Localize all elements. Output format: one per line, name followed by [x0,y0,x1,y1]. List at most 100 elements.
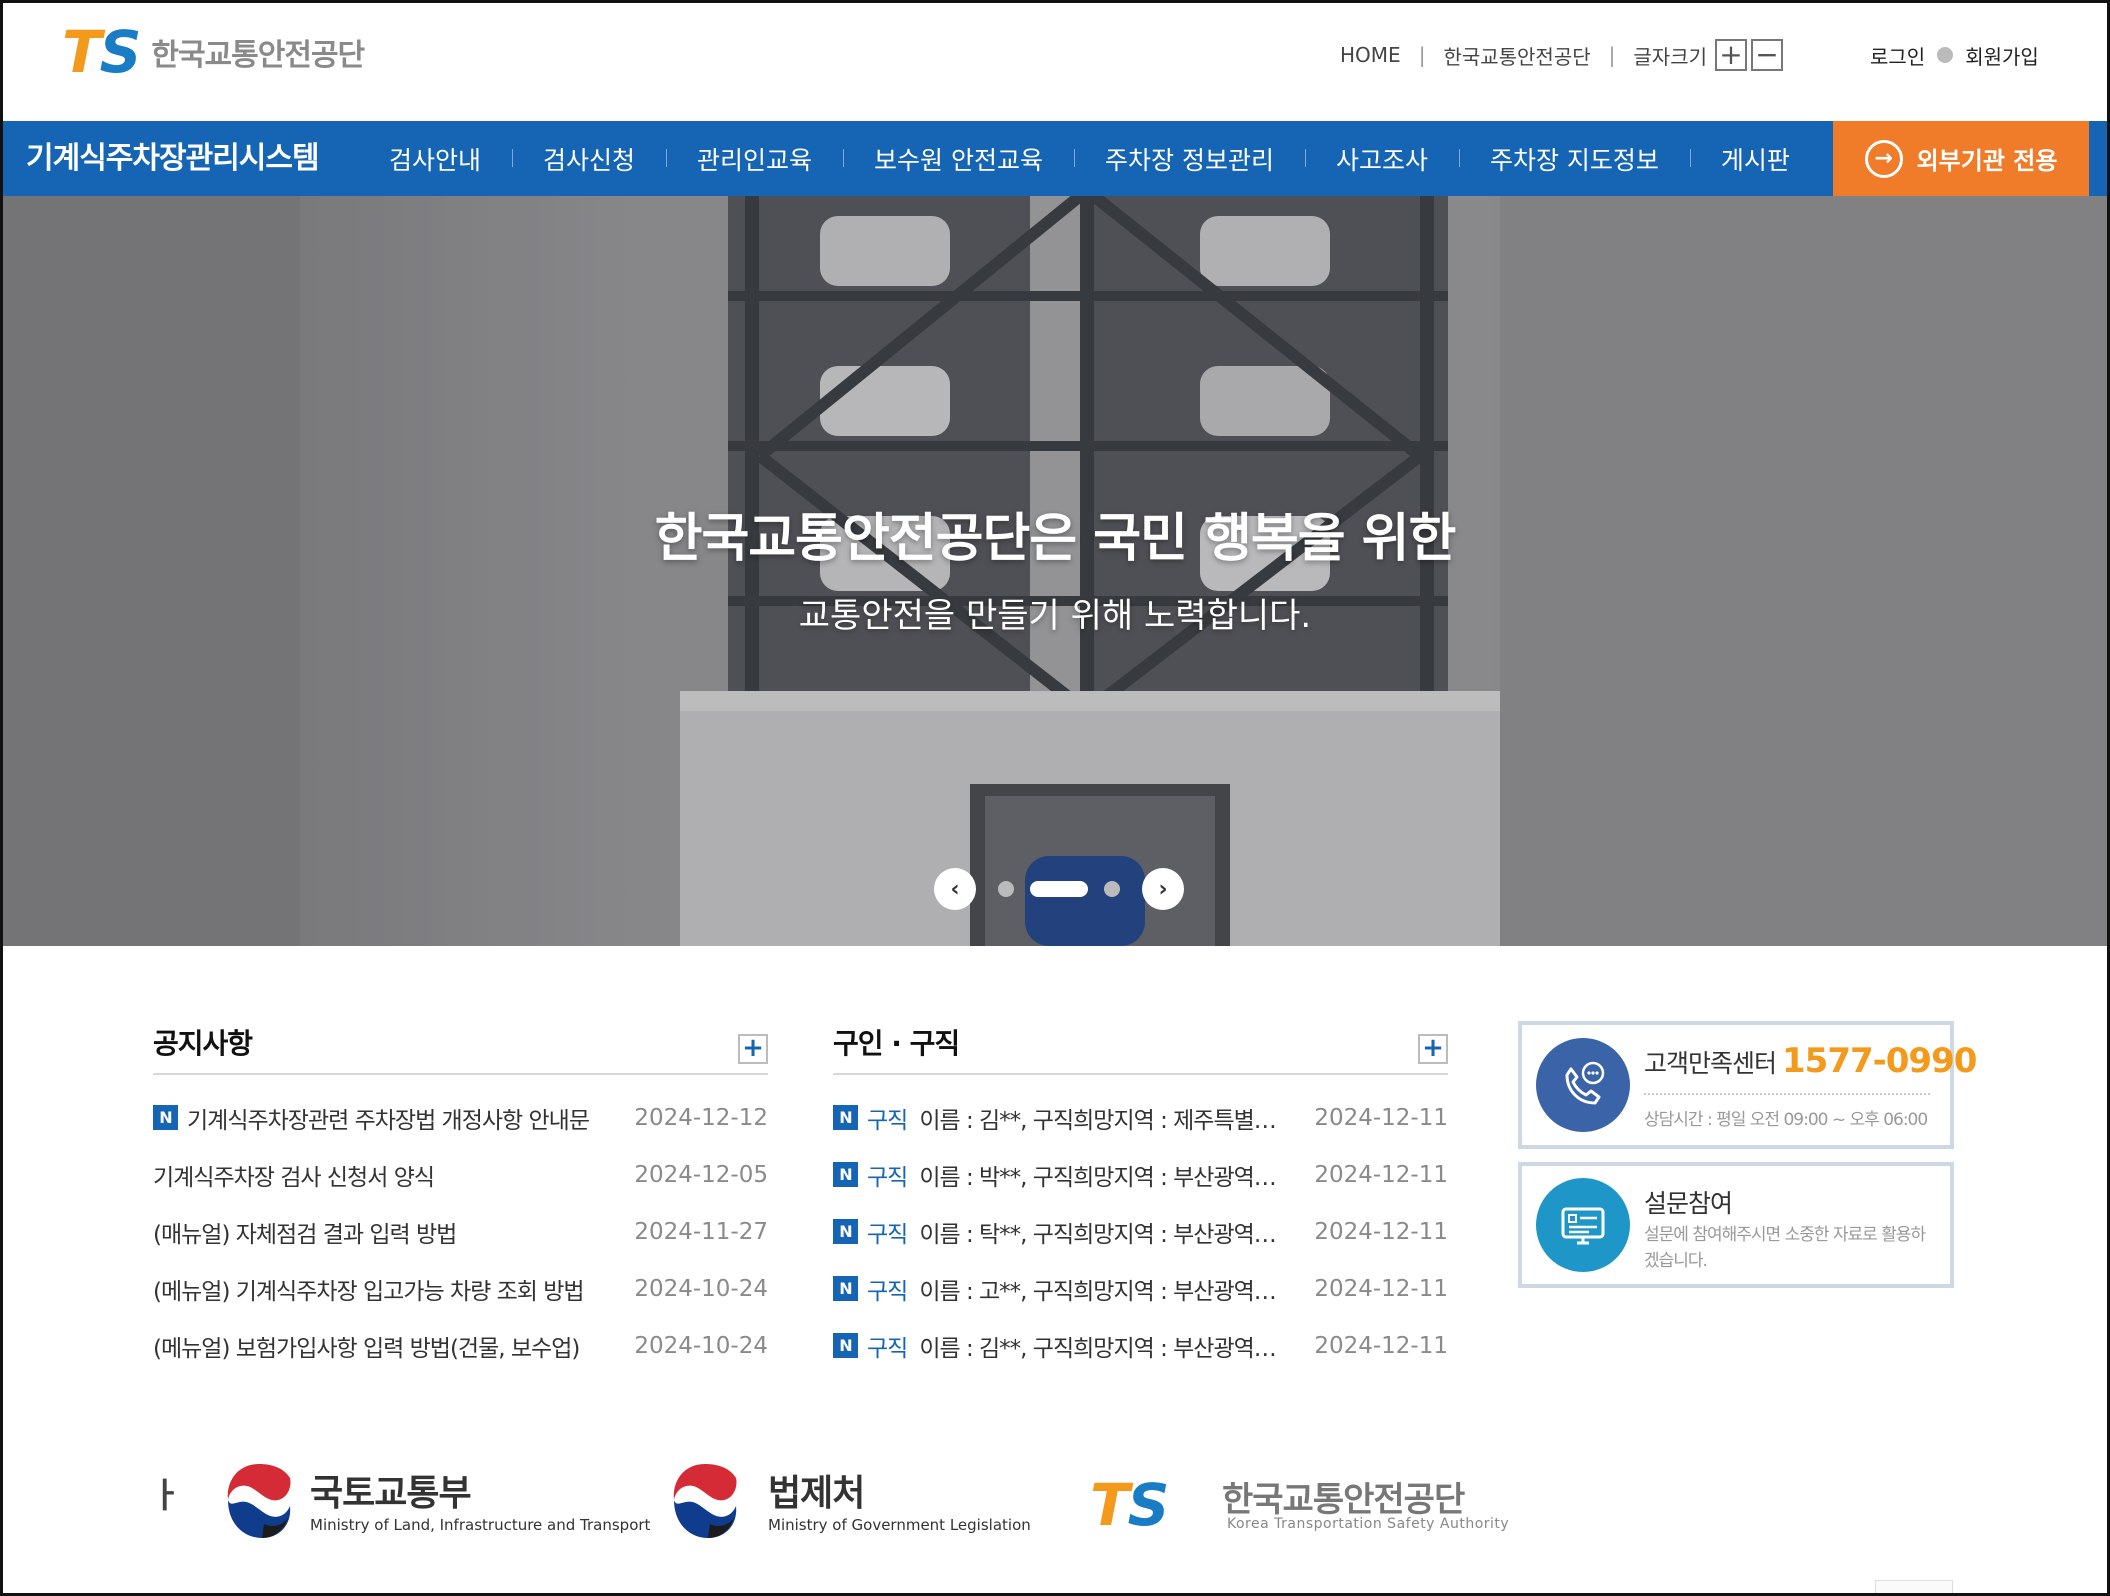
nav-item-accident-investigation[interactable]: 사고조사 [1304,141,1459,177]
hero-subtitle: 교통안전을 만들기 위해 노력합니다. [798,596,1312,636]
jobs-text[interactable]: 이름 : 고**, 구직희망지역 : 부산광역시 전체 … [919,1272,1314,1306]
customer-center-label: 고객만족센터 [1644,1049,1777,1078]
new-badge: N [833,1276,858,1301]
notice-text[interactable]: (메뉴얼) 기계식주차장 입고가능 차량 조회 방법 [153,1272,634,1306]
jobs-list: N 구직 이름 : 김**, 구직희망지역 : 제주특별자치도 … 2024-1… [833,1089,1448,1374]
notice-text[interactable]: (메뉴얼) 보험가입사항 입력 방법(건물, 보수업) [153,1329,634,1363]
nav-item-repair-safety-education[interactable]: 보수원 안전교육 [843,141,1074,177]
logo-letter-t: T [1090,1471,1130,1539]
job-tag: 구직 [867,1335,908,1362]
jobs-row[interactable]: N 구직 이름 : 고**, 구직희망지역 : 부산광역시 전체 … 2024-… [833,1260,1448,1317]
customer-center-box[interactable]: 고객만족센터 1577-0990 상담시간 : 평일 오전 09:00 ~ 오후 … [1518,1021,1977,1149]
molit-name: 국토교통부 [310,1473,472,1514]
org-link[interactable]: 한국교통안전공단 [1443,41,1590,70]
jobs-text[interactable]: 이름 : 김**, 구직희망지역 : 제주특별자치도 … [919,1101,1314,1135]
slider-controls: ‹ › [934,868,1184,910]
jobs-row[interactable]: N 구직 이름 : 김**, 구직희망지역 : 제주특별자치도 … 2024-1… [833,1089,1448,1146]
job-tag: 구직 [867,1221,908,1248]
arrow-right-circle-icon: → [1864,139,1903,178]
notice-list: N 기계식주차장관련 주차장법 개정사항 안내문 2024-12-12 기계식주… [153,1089,768,1374]
logo-letter-t: T [62,18,102,86]
external-agency-button[interactable]: → 외부기관 전용 [1833,121,2089,196]
nav-menu: 검사안내 검사신청 관리인교육 보수원 안전교육 주차장 정보관리 사고조사 주… [358,121,1821,196]
jobs-row[interactable]: N 구직 이름 : 박**, 구직희망지역 : 부산광역시 북구 … 2024-… [833,1146,1448,1203]
notice-row[interactable]: (매뉴얼) 자체점검 결과 입력 방법 2024-11-27 [153,1203,768,1260]
top-bar: TS 한국교통안전공단 HOME | 한국교통안전공단 | 글자크기 + − 로… [0,0,2110,121]
phone-chat-icon [1536,1038,1630,1132]
nav-item-parking-info[interactable]: 주차장 정보관리 [1074,141,1305,177]
font-decrease-button[interactable]: − [1751,39,1783,71]
slide-dot-3[interactable] [1104,881,1120,897]
notice-date: 2024-12-12 [634,1104,768,1131]
nav-item-board[interactable]: 게시판 [1689,141,1821,177]
scroll-top-tab[interactable] [1875,1580,1953,1596]
jobs-more-button[interactable]: + [1418,1034,1448,1064]
divider: | [1608,43,1616,67]
survey-monitor-icon [1536,1178,1630,1272]
notice-row[interactable]: (메뉴얼) 보험가입사항 입력 방법(건물, 보수업) 2024-10-24 [153,1317,768,1374]
jobs-text[interactable]: 이름 : 탁**, 구직희망지역 : 부산광역시 전체 … [919,1215,1314,1249]
logo-letter-s: S [1127,1471,1170,1539]
notice-row[interactable]: N 기계식주차장관련 주차장법 개정사항 안내문 2024-12-12 [153,1089,768,1146]
notice-date: 2024-12-05 [634,1161,768,1188]
survey-title: 설문참여 [1644,1189,1733,1218]
hero-banner: 한국교통안전공단은 국민 행복을 위한 교통안전을 만들기 위해 노력합니다. … [0,196,2110,946]
utility-links: HOME | 한국교통안전공단 | 글자크기 + − [1340,38,1783,72]
jobs-date: 2024-12-11 [1314,1104,1448,1131]
slide-next-button[interactable]: › [1142,868,1184,910]
divider [1644,1093,1930,1095]
notice-text[interactable]: (매뉴얼) 자체점검 결과 입력 방법 [153,1215,634,1249]
parking-tower-illustration [0,196,2110,946]
jobs-date: 2024-12-11 [1314,1161,1448,1188]
slide-prev-button[interactable]: ‹ [934,868,976,910]
system-title[interactable]: 기계식주차장관리시스템 [26,121,320,196]
jobs-row[interactable]: N 구직 이름 : 김**, 구직희망지역 : 부산광역시 전체 … 2024-… [833,1317,1448,1374]
home-link[interactable]: HOME [1340,43,1401,67]
font-increase-button[interactable]: + [1715,39,1747,71]
nav-item-parking-map[interactable]: 주차장 지도정보 [1458,141,1690,177]
job-tag: 구직 [867,1278,908,1305]
job-tag: 구직 [867,1164,908,1191]
divider: | [1418,43,1426,67]
notice-text[interactable]: 기계식주차장 검사 신청서 양식 [153,1158,634,1192]
ts-logo-mark: TS [1090,1476,1169,1534]
jobs-board: 구인 · 구직 + N 구직 이름 : 김**, 구직희망지역 : 제주특별자치… [833,1024,1448,1374]
jobs-text[interactable]: 이름 : 김**, 구직희망지역 : 부산광역시 전체 … [919,1329,1314,1363]
new-badge: N [833,1333,858,1358]
kotsa-footer-name: 한국교통안전공단 [1222,1480,1465,1520]
slide-dot-1[interactable] [998,881,1014,897]
jobs-row[interactable]: N 구직 이름 : 탁**, 구직희망지역 : 부산광역시 전체 … 2024-… [833,1203,1448,1260]
nav-item-inspection-info[interactable]: 검사안내 [358,141,512,177]
taegeuk-emblem-icon [673,1464,737,1538]
notice-title: 공지사항 [153,1027,253,1060]
new-badge: N [833,1162,858,1187]
survey-box[interactable]: 설문참여 설문에 참여해주시면 소중한 자료로 활용하겠습니다. [1518,1162,1954,1288]
partner-logo-cutoff: ㅏ [150,1476,182,1516]
notice-date: 2024-10-24 [634,1332,768,1359]
jobs-text[interactable]: 이름 : 박**, 구직희망지역 : 부산광역시 북구 … [919,1158,1314,1192]
main-nav: 기계식주차장관리시스템 검사안내 검사신청 관리인교육 보수원 안전교육 주차장… [0,121,2110,196]
ts-logo-mark: TS [62,23,141,81]
survey-desc: 설문에 참여해주시면 소중한 자료로 활용하겠습니다. [1644,1225,1926,1271]
site-logo[interactable]: TS 한국교통안전공단 [62,22,365,82]
notice-row[interactable]: (메뉴얼) 기계식주차장 입고가능 차량 조회 방법 2024-10-24 [153,1260,768,1317]
login-link[interactable]: 로그인 [1870,41,1925,70]
customer-center-phone[interactable]: 1577-0990 [1782,1041,1977,1081]
jobs-date: 2024-12-11 [1314,1332,1448,1359]
nav-item-manager-education[interactable]: 관리인교육 [666,141,843,177]
notice-more-button[interactable]: + [738,1034,768,1064]
external-agency-label: 외부기관 전용 [1916,147,2058,175]
font-size-label: 글자크기 [1633,44,1707,69]
notice-row[interactable]: 기계식주차장 검사 신청서 양식 2024-12-05 [153,1146,768,1203]
auth-links: 로그인 · 회원가입 [1870,38,2039,72]
logo-letter-s: S [99,18,142,86]
notice-date: 2024-11-27 [634,1218,768,1245]
jobs-header: 구인 · 구직 + [833,1024,1448,1075]
signup-link[interactable]: 회원가입 [1965,41,2039,70]
customer-center-title: 고객만족센터 1577-0990 [1644,1041,1977,1081]
notice-text[interactable]: 기계식주차장관련 주차장법 개정사항 안내문 [187,1101,634,1135]
molit-eng: Ministry of Land, Infrastructure and Tra… [310,1516,651,1534]
customer-center-hours: 상담시간 : 평일 오전 09:00 ~ 오후 06:00 [1644,1110,1928,1130]
slide-dot-2[interactable] [1030,881,1088,897]
nav-item-inspection-apply[interactable]: 검사신청 [512,141,666,177]
